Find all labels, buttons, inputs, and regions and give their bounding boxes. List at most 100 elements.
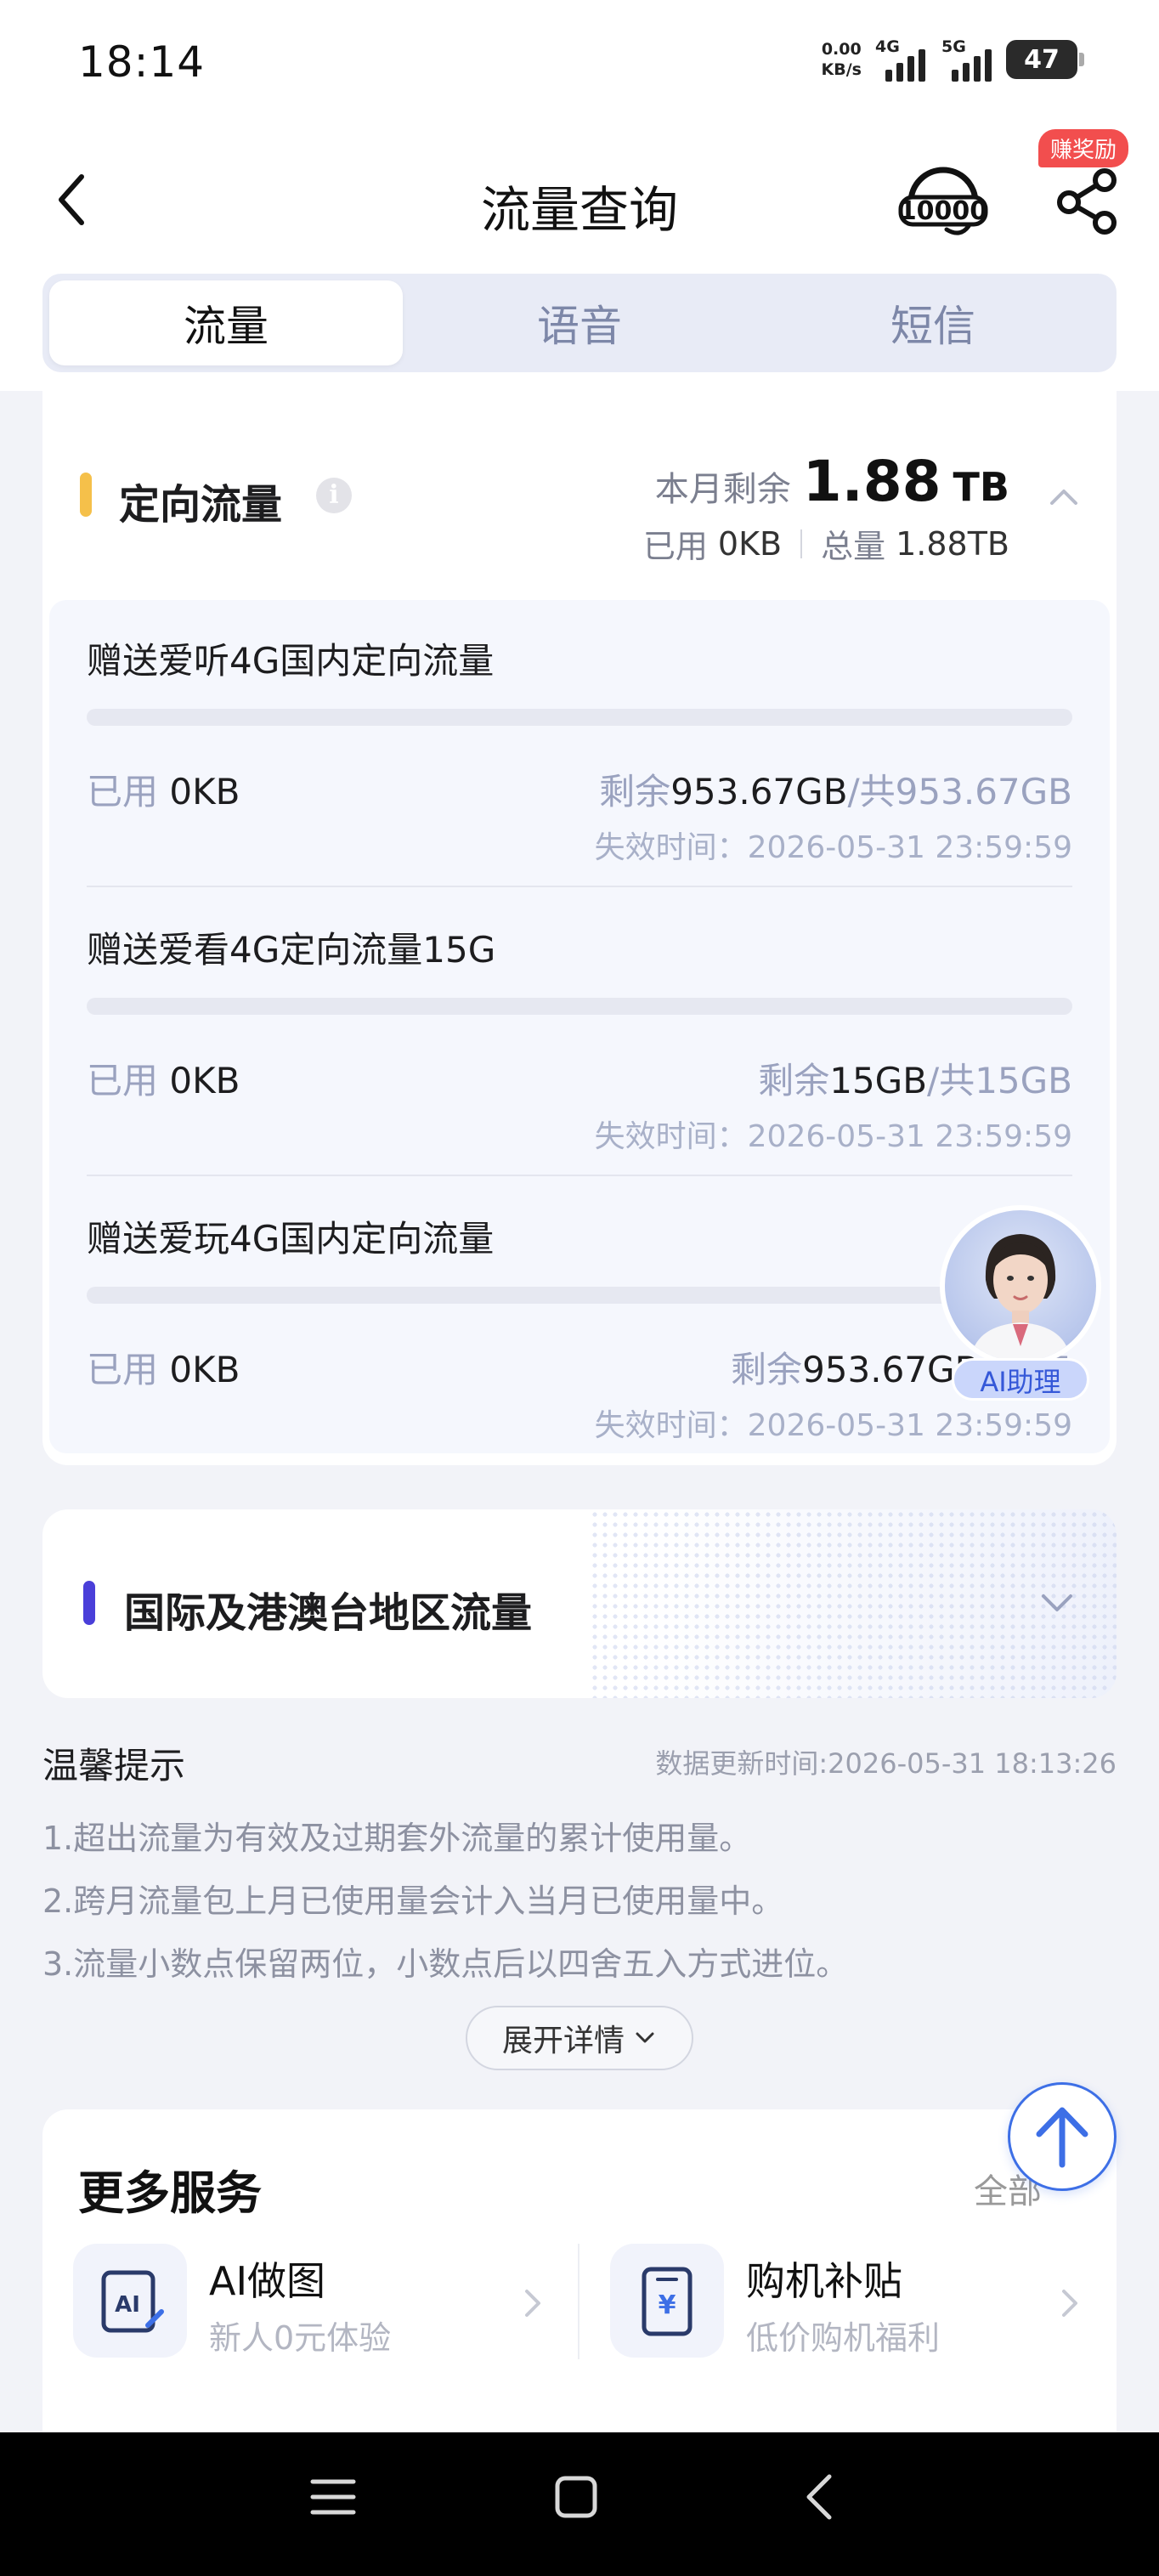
service-icon-bg: ¥	[610, 2244, 724, 2358]
service-desc: 低价购机福利	[746, 2319, 941, 2357]
service-name: AI做图	[209, 2258, 326, 2304]
chevron-up-icon	[1050, 490, 1077, 505]
arrow-up-icon	[1036, 2107, 1088, 2168]
package-name: 赠送爱玩4G国内定向流量	[87, 1218, 495, 1260]
data-update-time: 数据更新时间:2026-05-31 18:13:26	[655, 1747, 1117, 1780]
service-item-phone-subsidy[interactable]: ¥ 购机补贴 低价购机福利	[610, 2244, 1086, 2363]
ai-assistant-avatar[interactable]	[940, 1205, 1101, 1367]
sim2-signal-icon: 5G	[940, 36, 994, 83]
usage-tabs: 流量 语音 短信	[42, 274, 1117, 372]
share-button[interactable]	[1054, 167, 1120, 236]
total-value: 953.67GB	[895, 771, 1072, 812]
used-value: 0KB	[169, 1349, 240, 1390]
package-progress-bar	[87, 998, 1072, 1015]
svg-text:¥: ¥	[659, 2290, 676, 2320]
remain-label: 剩余	[731, 1349, 803, 1390]
tips-title: 温馨提示	[42, 1745, 186, 1786]
tab-sms[interactable]: 短信	[756, 280, 1110, 365]
section-accent-bar	[80, 473, 92, 517]
package-remain: 剩余953.67GB/共953.67GB	[599, 763, 1072, 815]
total-value: 15GB	[975, 1060, 1072, 1101]
remain-label: 剩余	[599, 771, 671, 812]
chevron-down-icon	[1042, 1594, 1072, 1611]
sim1-signal-icon: 4G	[873, 36, 928, 83]
total-label: /共	[847, 771, 896, 812]
menu-icon[interactable]	[309, 2473, 357, 2521]
expand-details-button[interactable]: 展开详情	[466, 2006, 693, 2070]
used-label: 已用	[87, 1060, 159, 1101]
svg-text:10000: 10000	[899, 196, 987, 226]
service-desc: 新人0元体验	[209, 2319, 392, 2357]
remain-label: 本月剩余	[654, 470, 791, 509]
home-icon[interactable]	[552, 2473, 600, 2521]
package-expire: 失效时间：2026-05-31 23:59:59	[594, 1408, 1072, 1443]
network-speed: 0.00 KB/s	[822, 39, 862, 80]
chevron-right-icon	[520, 2286, 546, 2320]
battery-icon: 47	[1006, 40, 1084, 79]
total-label: /共	[927, 1060, 975, 1101]
package-progress-bar	[87, 709, 1072, 726]
service-icon-bg: AI	[73, 2244, 187, 2358]
share-icon	[1057, 168, 1117, 235]
service-name: 购机补贴	[746, 2258, 902, 2304]
back-nav-icon[interactable]	[799, 2471, 841, 2522]
package-used: 已用 0KB	[87, 1341, 240, 1393]
package-used: 已用 0KB	[87, 763, 240, 815]
used-value: 0KB	[169, 1060, 240, 1101]
international-flow-title: 国际及港澳台地区流量	[124, 1589, 533, 1637]
tip-line: 2.跨月流量包上月已使用量会计入当月已使用量中。	[42, 1882, 784, 1920]
tip-line: 1.超出流量为有效及过期套外流量的累计使用量。	[42, 1820, 752, 1857]
used-value: 0KB	[169, 771, 240, 812]
remain-unit: TB	[953, 464, 1009, 510]
section-accent-bar	[83, 1581, 95, 1625]
network-speed-unit: KB/s	[821, 60, 862, 79]
directed-flow-title: 定向流量	[119, 481, 283, 529]
summary-divider	[800, 529, 803, 558]
customer-service-button[interactable]: 10000	[896, 158, 991, 243]
monthly-remaining: 本月剩余 1.88 TB	[655, 449, 1009, 514]
remain-value: 15GB	[829, 1060, 928, 1101]
tip-line: 3.流量小数点保留两位，小数点后以四舍五入方式进位。	[42, 1945, 849, 1983]
total-value: 1.88TB	[896, 524, 1009, 563]
ai-image-icon: AI	[101, 2270, 164, 2333]
svg-text:AI: AI	[115, 2292, 140, 2318]
used-label: 已用	[87, 1349, 159, 1390]
status-indicators: 0.00 KB/s 4G 5G 47	[822, 36, 1084, 83]
expand-international-button[interactable]	[1038, 1584, 1076, 1622]
remain-label: 剩余	[758, 1060, 830, 1101]
system-navigation-bar	[0, 2432, 1159, 2576]
package-progress-bar	[87, 1287, 1072, 1304]
usage-summary: 已用 0KB 总量 1.88TB	[643, 520, 1009, 567]
phone-subsidy-icon: ¥	[642, 2267, 693, 2336]
used-label: 已用	[87, 771, 159, 812]
reward-badge[interactable]: 赚奖励	[1038, 129, 1129, 167]
remain-value: 953.67GB	[670, 771, 848, 812]
total-label: 总量	[821, 528, 886, 565]
service-item-ai-image[interactable]: AI AI做图 新人0元体验	[73, 2244, 557, 2363]
package-name: 赠送爱听4G国内定向流量	[87, 640, 495, 682]
remain-value: 1.88	[802, 449, 941, 514]
service-divider	[578, 2244, 580, 2359]
chevron-down-icon	[636, 2032, 654, 2043]
tab-voice[interactable]: 语音	[403, 280, 756, 365]
info-icon[interactable]: i	[316, 478, 352, 513]
package-name: 赠送爱看4G定向流量15G	[87, 929, 496, 971]
ai-assistant-label[interactable]: AI助理	[952, 1358, 1089, 1401]
package-expire: 失效时间：2026-05-31 23:59:59	[594, 830, 1072, 865]
used-label: 已用	[642, 528, 708, 565]
package-used: 已用 0KB	[87, 1052, 240, 1104]
assistant-portrait-icon	[970, 1234, 1071, 1362]
expand-details-label: 展开详情	[501, 2024, 625, 2058]
collapse-button[interactable]	[1047, 479, 1081, 513]
world-map-decoration	[590, 1509, 1117, 1698]
10000-customer-service-icon: 10000	[898, 167, 988, 235]
network-speed-value: 0.00	[821, 40, 862, 59]
package-divider	[87, 886, 1072, 887]
used-value: 0KB	[717, 524, 783, 563]
package-divider	[87, 1175, 1072, 1176]
scroll-to-top-button[interactable]	[1008, 2082, 1117, 2191]
package-expire: 失效时间：2026-05-31 23:59:59	[594, 1119, 1072, 1154]
chevron-right-icon	[1057, 2286, 1083, 2320]
tab-data[interactable]: 流量	[49, 280, 403, 365]
more-services-title: 更多服务	[78, 2166, 262, 2220]
